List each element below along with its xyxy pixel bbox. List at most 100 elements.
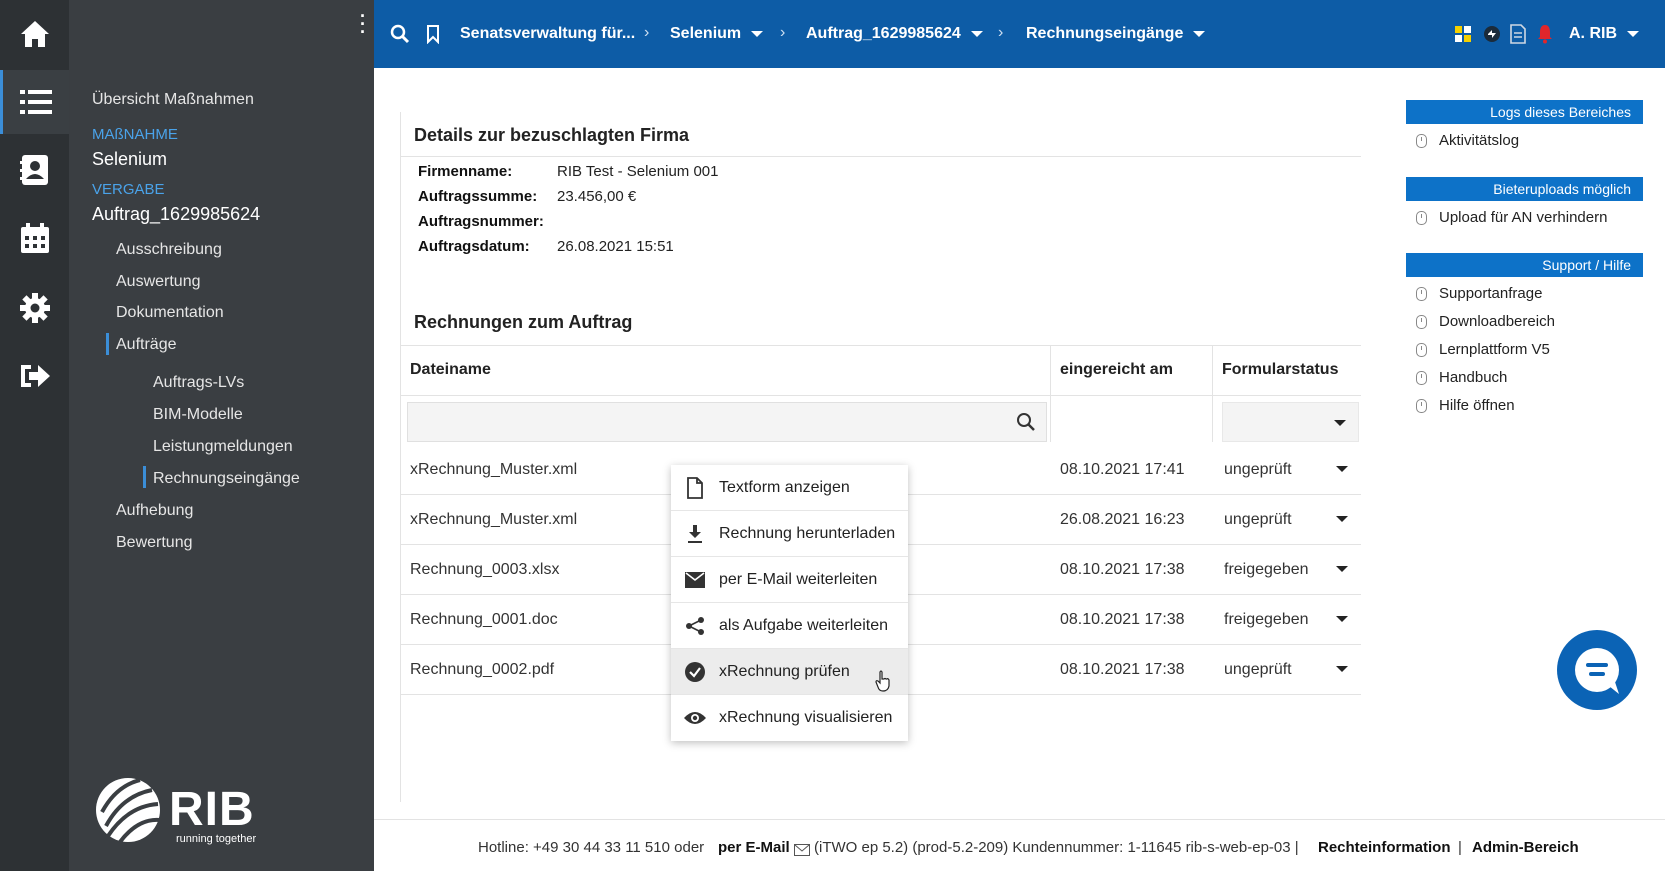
chevron-down-icon bbox=[970, 31, 983, 37]
settings-icon[interactable] bbox=[0, 278, 69, 338]
vergabe-value[interactable]: Auftrag_1629985624 bbox=[92, 204, 260, 225]
column-divider bbox=[1050, 345, 1051, 442]
menu-item-download[interactable]: Rechnung herunterladen bbox=[671, 511, 908, 557]
rib-logo bbox=[94, 776, 162, 849]
mail-icon bbox=[685, 571, 705, 588]
check-circle-icon bbox=[685, 661, 705, 682]
menu-item-visualisieren[interactable]: xRechnung visualisieren bbox=[671, 695, 908, 741]
overview-link[interactable]: Übersicht Maßnahmen bbox=[92, 91, 254, 109]
row-filename[interactable]: xRechnung_Muster.xml bbox=[410, 461, 577, 479]
bookmark-icon[interactable] bbox=[426, 24, 440, 49]
apps-icon[interactable] bbox=[1455, 26, 1471, 47]
calendar-icon[interactable] bbox=[0, 208, 69, 268]
link-supportanfrage[interactable]: Supportanfrage bbox=[1416, 285, 1542, 302]
footer-email-link[interactable]: per E-Mail bbox=[718, 839, 790, 856]
column-header-formularstatus[interactable]: Formularstatus bbox=[1222, 361, 1338, 379]
footer-rechteinformation-link[interactable]: Rechteinformation bbox=[1318, 839, 1451, 856]
link-upload-verhindern[interactable]: Upload für AN verhindern bbox=[1416, 209, 1607, 226]
nav-item-auftraege[interactable]: Aufträge bbox=[116, 336, 176, 354]
row-filename[interactable]: Rechnung_0002.pdf bbox=[410, 661, 554, 679]
link-lernplattform[interactable]: Lernplattform V5 bbox=[1416, 341, 1550, 358]
massnahme-value[interactable]: Selenium bbox=[92, 149, 167, 170]
footer-version: (iTWO ep 5.2) (prod-5.2-209) Kundennumme… bbox=[814, 839, 1299, 856]
breadcrumb-selenium[interactable]: Selenium bbox=[670, 0, 764, 68]
breadcrumb-rechnungseingaenge[interactable]: Rechnungseingänge bbox=[1026, 0, 1206, 68]
nav-subitem-rechnungseingaenge[interactable]: Rechnungseingänge bbox=[153, 470, 300, 488]
download-icon bbox=[688, 524, 702, 543]
row-filename[interactable]: Rechnung_0003.xlsx bbox=[410, 561, 559, 579]
row-actions-chevron-icon[interactable] bbox=[1336, 666, 1348, 672]
section-header-logs: Logs dieses Bereiches bbox=[1406, 100, 1643, 124]
row-actions-chevron-icon[interactable] bbox=[1336, 566, 1348, 572]
table-top-border bbox=[400, 345, 1361, 346]
nav-subitem-leistungmeldungen[interactable]: Leistungmeldungen bbox=[153, 438, 293, 456]
filename-filter-input[interactable] bbox=[407, 402, 1047, 442]
divider bbox=[400, 156, 1361, 157]
content-left-border bbox=[400, 112, 401, 802]
logo-text: RIB bbox=[169, 783, 255, 836]
row-filename[interactable]: Rechnung_0001.doc bbox=[410, 611, 558, 629]
section-header-support: Support / Hilfe bbox=[1406, 253, 1643, 277]
document-sign-icon[interactable] bbox=[1509, 24, 1527, 49]
subnav-selected-bar bbox=[143, 466, 146, 488]
row-context-menu: Textform anzeigen Rechnung herunterladen… bbox=[671, 465, 908, 741]
menu-item-task[interactable]: als Aufgabe weiterleiten bbox=[671, 603, 908, 649]
breadcrumb-auftrag[interactable]: Auftrag_1629985624 bbox=[806, 0, 983, 68]
search-icon[interactable] bbox=[390, 24, 410, 49]
row-status: freigegeben bbox=[1224, 561, 1309, 578]
mouse-icon bbox=[1416, 398, 1427, 413]
section-header-bieteruploads: Bieteruploads möglich bbox=[1406, 177, 1643, 201]
breadcrumb-chevron-icon: › bbox=[644, 24, 650, 41]
more-vert-icon[interactable]: · · · bbox=[360, 7, 366, 41]
user-menu[interactable]: A. RIB bbox=[1569, 0, 1639, 68]
nav-item-bewertung[interactable]: Bewertung bbox=[116, 534, 193, 552]
column-header-eingereicht[interactable]: eingereicht am bbox=[1060, 361, 1173, 379]
row-filename[interactable]: xRechnung_Muster.xml bbox=[410, 511, 577, 529]
menu-item-pruefen[interactable]: xRechnung prüfen bbox=[671, 649, 908, 695]
search-icon[interactable] bbox=[1016, 412, 1036, 437]
link-aktivitaetslog[interactable]: Aktivitätslog bbox=[1416, 132, 1519, 149]
link-handbuch[interactable]: Handbuch bbox=[1416, 369, 1507, 386]
chevron-down-icon bbox=[751, 31, 764, 37]
row-status: ungeprüft bbox=[1224, 511, 1292, 528]
kv-value-auftragssumme: 23.456,00 € bbox=[557, 188, 637, 205]
envelope-icon bbox=[794, 843, 810, 861]
kv-value-auftragsdatum: 26.08.2021 15:51 bbox=[557, 238, 674, 255]
eye-icon bbox=[684, 712, 706, 724]
logout-icon[interactable] bbox=[0, 346, 69, 406]
nav-item-dokumentation[interactable]: Dokumentation bbox=[116, 304, 224, 322]
details-title: Details zur bezuschlagten Firma bbox=[414, 125, 690, 145]
chat-button[interactable] bbox=[1557, 630, 1637, 710]
column-header-dateiname[interactable]: Dateiname bbox=[410, 361, 491, 379]
list-icon[interactable] bbox=[0, 70, 69, 134]
share-icon bbox=[686, 616, 704, 635]
contacts-icon[interactable] bbox=[0, 140, 69, 200]
breadcrumb-senatsverwaltung[interactable]: Senatsverwaltung für... bbox=[460, 0, 635, 68]
row-actions-chevron-icon[interactable] bbox=[1336, 616, 1348, 622]
link-hilfe-oeffnen[interactable]: Hilfe öffnen bbox=[1416, 397, 1515, 414]
divider bbox=[400, 395, 1361, 396]
nav-item-aufhebung[interactable]: Aufhebung bbox=[116, 502, 193, 520]
menu-item-textform[interactable]: Textform anzeigen bbox=[671, 465, 908, 511]
row-actions-chevron-icon[interactable] bbox=[1336, 516, 1348, 522]
row-actions-chevron-icon[interactable] bbox=[1336, 466, 1348, 472]
footer-admin-link[interactable]: Admin-Bereich bbox=[1472, 839, 1579, 856]
breadcrumb-chevron-icon: › bbox=[998, 24, 1004, 41]
link-downloadbereich[interactable]: Downloadbereich bbox=[1416, 313, 1555, 330]
chevron-down-icon[interactable] bbox=[1334, 420, 1346, 426]
home-icon[interactable] bbox=[0, 4, 69, 64]
nav-subitem-bim-modelle[interactable]: BIM-Modelle bbox=[153, 406, 243, 424]
footer: Hotline: +49 30 44 33 11 510 oder per E-… bbox=[374, 819, 1665, 871]
kv-key-auftragsdatum: Auftragsdatum: bbox=[418, 238, 530, 255]
nav-item-ausschreibung[interactable]: Ausschreibung bbox=[116, 241, 222, 259]
mouse-icon bbox=[1416, 370, 1427, 385]
nav-subitem-auftrags-lvs[interactable]: Auftrags-LVs bbox=[153, 374, 244, 392]
row-status: ungeprüft bbox=[1224, 461, 1292, 478]
menu-item-email[interactable]: per E-Mail weiterleiten bbox=[671, 557, 908, 603]
bell-icon[interactable] bbox=[1537, 24, 1553, 49]
sync-icon[interactable] bbox=[1483, 25, 1501, 48]
chat-icon bbox=[1575, 648, 1619, 694]
nav-item-auswertung[interactable]: Auswertung bbox=[116, 273, 201, 291]
row-date: 08.10.2021 17:38 bbox=[1060, 661, 1185, 678]
row-date: 08.10.2021 17:38 bbox=[1060, 561, 1185, 578]
